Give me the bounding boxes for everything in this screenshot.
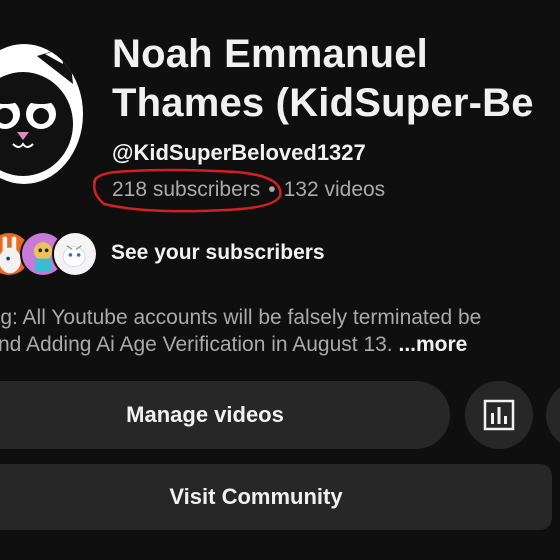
channel-meta: 218 subscribers • 132 videos [112,178,385,202]
channel-handle: @KidSuperBeloved1327 [112,140,366,165]
channel-name: Noah Emmanuel Thames (KidSuper-Be [112,30,534,128]
cartoon-cat-avatar-icon [0,44,83,184]
channel-avatar[interactable] [0,44,83,184]
manage-videos-label: Manage videos [126,402,284,427]
subscriber-count: 218 subscribers [112,178,261,201]
channel-page: Noah Emmanuel Thames (KidSuper-Be @KidSu… [0,0,560,560]
analytics-icon [483,399,515,431]
description-line2-wrap: And Adding Ai Age Verification in August… [0,331,481,358]
channel-name-line2: Thames (KidSuper-Be [112,81,534,125]
analytics-button[interactable] [465,381,533,449]
channel-name-line1: Noah Emmanuel [112,32,428,76]
visit-community-label: Visit Community [169,484,343,509]
manage-videos-button[interactable]: Manage videos [0,381,450,449]
more-actions-button[interactable] [546,381,560,449]
visit-community-button[interactable]: Visit Community [0,464,552,530]
meta-separator: • [268,178,276,201]
description-more-link[interactable]: ...more [398,333,467,356]
subscriber-avatar [52,231,98,277]
subscriber-avatars[interactable] [0,231,98,277]
channel-description[interactable]: ing: All Youtube accounts will be falsel… [0,304,481,358]
video-count: 132 videos [283,178,386,201]
description-line1: ing: All Youtube accounts will be falsel… [0,306,482,329]
see-subscribers-link[interactable]: See your subscribers [111,241,325,265]
description-line2: And Adding Ai Age Verification in August… [0,333,393,356]
